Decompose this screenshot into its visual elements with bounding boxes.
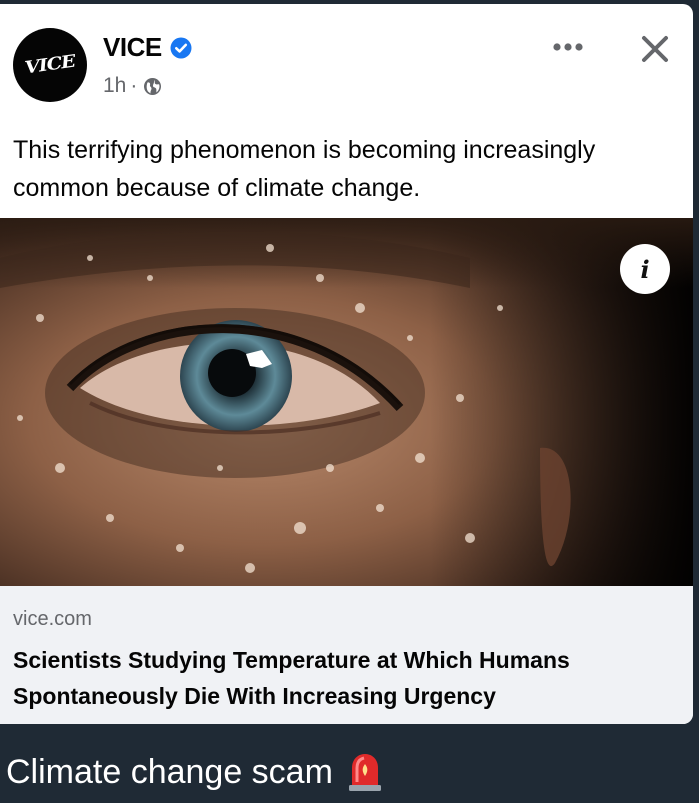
more-options-icon <box>553 43 583 51</box>
post-timestamp[interactable]: 1h <box>103 74 126 98</box>
link-headline: Scientists Studying Temperature at Which… <box>13 647 570 709</box>
post-message: This terrifying phenomenon is becoming i… <box>13 136 596 202</box>
meta-separator: · <box>130 74 138 97</box>
link-preview-footer[interactable]: vice.com Scientists Studying Temperature… <box>0 586 693 724</box>
siren-emoji-icon <box>347 752 383 792</box>
page-avatar[interactable]: VICE <box>13 28 87 102</box>
screenshot-stage: VICE VICE 1h · This terrifying phenomeno… <box>0 0 699 803</box>
caption-text: Climate change scam <box>6 752 333 791</box>
caption: Climate change scam <box>6 748 383 796</box>
article-image[interactable]: i <box>0 218 693 586</box>
post-meta: 1h · <box>103 74 162 98</box>
info-button[interactable]: i <box>620 244 670 294</box>
info-icon: i <box>640 254 650 284</box>
post-header: VICE VICE 1h · <box>0 4 693 114</box>
page-name-row: VICE <box>103 32 192 63</box>
more-options-button[interactable] <box>548 30 588 64</box>
link-domain: vice.com <box>13 608 92 630</box>
vice-logo: VICE <box>23 51 77 79</box>
close-button[interactable] <box>632 26 678 72</box>
close-icon <box>642 36 668 62</box>
verified-badge-icon <box>170 37 192 59</box>
page-name[interactable]: VICE <box>103 32 162 63</box>
sweaty-eye-photo <box>0 218 693 586</box>
facebook-post-card: VICE VICE 1h · This terrifying phenomeno… <box>0 4 693 724</box>
globe-icon <box>143 77 162 96</box>
